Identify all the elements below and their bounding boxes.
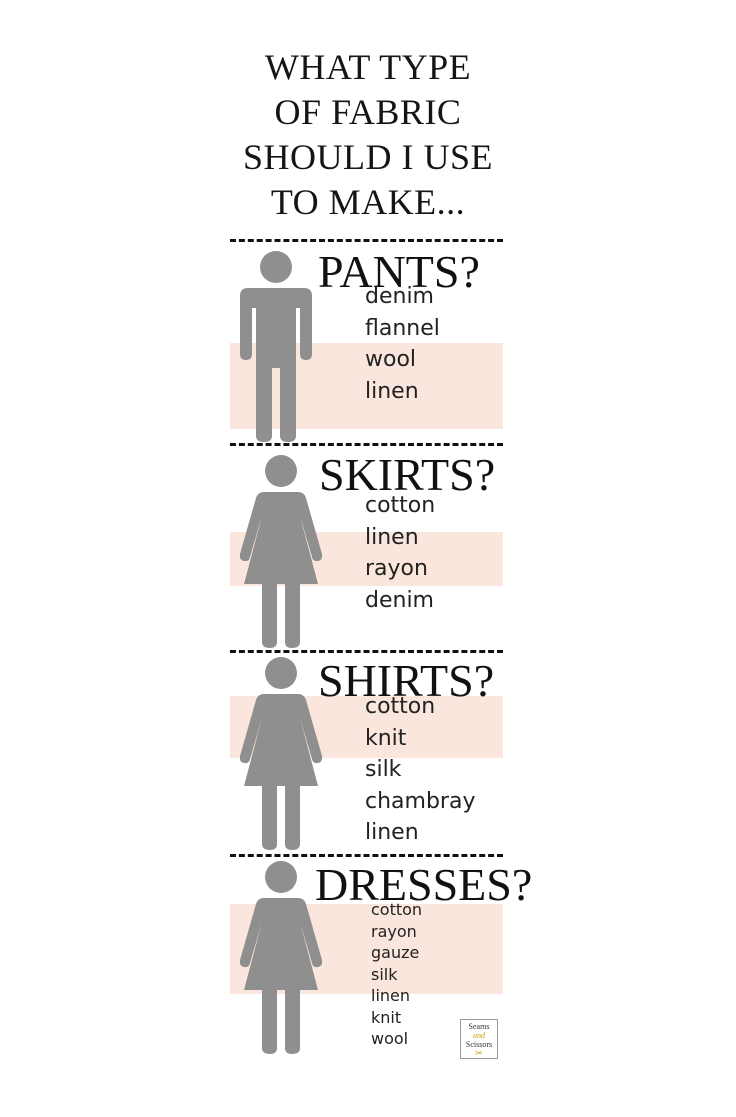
title-line: SHOULD I USE [242, 137, 493, 177]
divider-dresses [230, 854, 503, 857]
list-item: wool [371, 1029, 409, 1048]
title-line: WHAT TYPE [264, 47, 472, 87]
list-item: rayon [371, 921, 417, 941]
list-item: wool [365, 347, 417, 372]
list-item: linen [371, 986, 411, 1005]
fabric-list-pants: denim flannel wool linen [365, 281, 440, 407]
title-line: OF FABRIC [274, 92, 462, 132]
fabric-list-skirts: cotton linen rayon denim [365, 490, 435, 616]
list-item: knit [371, 1007, 402, 1027]
title-line: TO MAKE... [270, 182, 466, 222]
fabric-list-shirts: cotton knit silk chambray linen [365, 691, 475, 849]
logo-line: and [473, 1031, 485, 1040]
list-item: denim [365, 284, 434, 309]
man-icon [238, 250, 314, 442]
brand-logo: Seams and Scissors ✂ [460, 1019, 498, 1059]
fabric-list-dresses: cotton rayon gauze silk linen knit wool [371, 899, 422, 1050]
divider-shirts [230, 650, 503, 653]
divider-pants [230, 239, 503, 242]
woman-icon [238, 860, 324, 1054]
list-item: flannel [365, 315, 440, 341]
list-item: silk [371, 964, 398, 984]
list-item: silk [365, 757, 402, 782]
scissors-icon: ✂ [475, 1048, 483, 1058]
list-item: cotton [371, 900, 423, 919]
list-item: gauze [371, 943, 420, 962]
list-item: rayon [365, 556, 428, 581]
woman-icon [238, 454, 324, 648]
list-item: chambray [365, 788, 476, 814]
logo-line: Seams [468, 1022, 490, 1031]
list-item: linen [365, 524, 419, 550]
divider-skirts [230, 443, 503, 446]
woman-icon [238, 656, 324, 850]
page-title: WHAT TYPE OF FABRIC SHOULD I USE TO MAKE… [0, 45, 736, 225]
list-item: linen [365, 820, 419, 845]
list-item: cotton [365, 694, 436, 719]
section-heading-dresses: DRESSES? [315, 859, 533, 910]
list-item: linen [365, 378, 419, 404]
list-item: knit [365, 725, 407, 751]
list-item: cotton [365, 493, 436, 518]
list-item: denim [365, 587, 434, 613]
